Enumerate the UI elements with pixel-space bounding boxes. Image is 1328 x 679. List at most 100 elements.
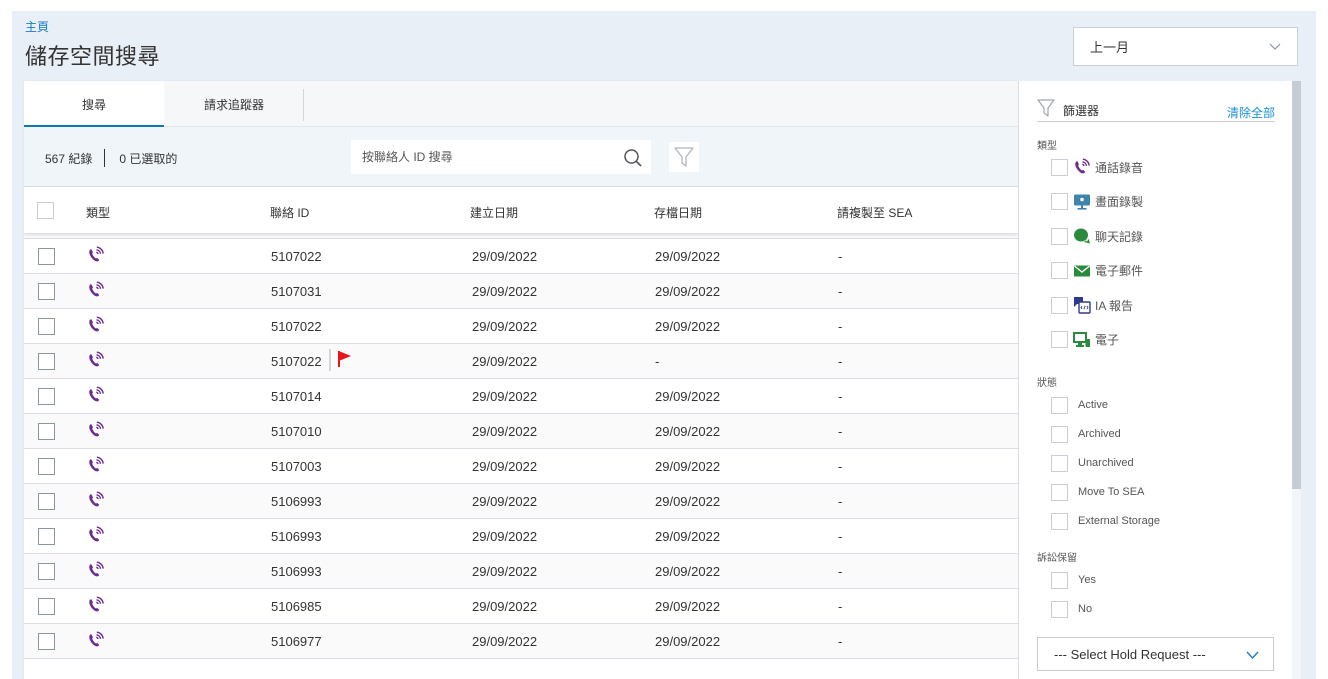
voice-recording-icon <box>87 631 105 649</box>
period-select[interactable]: 上一月 <box>1073 27 1298 66</box>
copy-to-sea: - <box>838 424 843 439</box>
contact-id[interactable]: 5107003 <box>271 459 322 474</box>
select-all-checkbox[interactable] <box>37 202 54 219</box>
tab-request-tracker[interactable]: 請求追蹤器 <box>164 81 304 127</box>
created-date: 29/09/2022 <box>472 634 538 649</box>
contact-id[interactable]: 5107022 <box>271 319 322 334</box>
filter-legal-hold-checkbox[interactable] <box>1051 571 1068 589</box>
filter-status-option[interactable]: Unarchived <box>1051 454 1134 472</box>
filter-type-label: IA 報告 <box>1095 298 1134 313</box>
filter-status-option[interactable]: Move To SEA <box>1051 483 1144 501</box>
contact-search-input[interactable] <box>362 150 612 164</box>
filter-status-option[interactable]: External Storage <box>1051 512 1160 530</box>
column-header-copy-to-sea[interactable]: 請複製至 SEA <box>837 204 912 221</box>
filter-status-checkbox[interactable] <box>1051 454 1068 472</box>
copy-to-sea: - <box>838 564 843 579</box>
search-icon[interactable] <box>623 148 643 168</box>
clear-all-link[interactable]: 清除全部 <box>1227 104 1275 121</box>
filter-toggle-button[interactable] <box>669 142 699 172</box>
contact-id[interactable]: 5106985 <box>271 599 322 614</box>
table-row[interactable]: 5107022 29/09/2022 - - <box>24 344 1018 379</box>
filter-legal-hold-checkbox[interactable] <box>1051 600 1068 618</box>
chevron-down-icon <box>1269 43 1281 50</box>
contact-id[interactable]: 5107022 <box>271 249 322 264</box>
row-checkbox[interactable] <box>38 318 55 335</box>
column-header-archived-date[interactable]: 存檔日期 <box>654 204 702 221</box>
legal-hold-section-label: 訴訟保留 <box>1037 553 1077 564</box>
row-checkbox[interactable] <box>38 598 55 615</box>
column-header-contact-id[interactable]: 聯絡 ID <box>270 204 309 221</box>
table-row[interactable]: 5106993 29/09/2022 29/09/2022 - <box>24 484 1018 519</box>
filter-type-option[interactable]: 聊天記錄 <box>1051 227 1143 245</box>
row-checkbox[interactable] <box>38 633 55 650</box>
filter-type-option[interactable]: 通話錄音 <box>1051 158 1143 176</box>
table-row[interactable]: 5107014 29/09/2022 29/09/2022 - <box>24 379 1018 414</box>
table-row[interactable]: 5106977 29/09/2022 29/09/2022 - <box>24 624 1018 659</box>
contact-id[interactable]: 5106977 <box>271 634 322 649</box>
contact-id[interactable]: 5106993 <box>271 529 322 544</box>
results-toolbar: 567 紀錄 0 已選取的 <box>24 127 1018 187</box>
contact-id[interactable]: 5107010 <box>271 424 322 439</box>
column-header-created-date[interactable]: 建立日期 <box>470 204 518 221</box>
filter-type-label: 畫面錄製 <box>1095 195 1144 209</box>
filter-legal-hold-option[interactable]: Yes <box>1051 571 1096 589</box>
row-checkbox[interactable] <box>38 458 55 475</box>
filter-legal-hold-label: No <box>1078 603 1093 615</box>
tab-bar: 搜尋 請求追蹤器 <box>24 81 1018 128</box>
table-row[interactable]: 5107031 29/09/2022 29/09/2022 - <box>24 274 1018 309</box>
voice-recording-icon <box>87 491 105 509</box>
filter-type-checkbox[interactable] <box>1051 227 1068 245</box>
column-header-type[interactable]: 類型 <box>86 204 110 221</box>
table-row[interactable]: 5106985 29/09/2022 29/09/2022 - <box>24 589 1018 624</box>
row-checkbox[interactable] <box>38 248 55 265</box>
contact-id[interactable]: 5107031 <box>271 284 322 299</box>
filter-type-option[interactable]: 畫面錄製 <box>1051 193 1143 211</box>
sidebar-scrollbar-thumb[interactable] <box>1292 81 1301 489</box>
table-row[interactable]: 5107022 29/09/2022 29/09/2022 - <box>24 309 1018 344</box>
filter-status-option[interactable]: Active <box>1051 396 1108 414</box>
copy-to-sea: - <box>838 284 843 299</box>
tab-divider <box>303 89 304 121</box>
archived-date: 29/09/2022 <box>655 249 721 264</box>
row-checkbox[interactable] <box>38 283 55 300</box>
filter-type-option[interactable]: 電子郵件 <box>1051 262 1143 280</box>
filter-type-option[interactable]: 電子 <box>1051 331 1119 349</box>
row-checkbox[interactable] <box>38 353 55 370</box>
archived-date: 29/09/2022 <box>655 389 721 404</box>
filter-type-checkbox[interactable] <box>1051 331 1068 348</box>
row-checkbox[interactable] <box>38 563 55 580</box>
filter-status-checkbox[interactable] <box>1051 396 1068 414</box>
table-row[interactable]: 5107003 29/09/2022 29/09/2022 - <box>24 449 1018 484</box>
filter-status-checkbox[interactable] <box>1051 512 1068 530</box>
row-checkbox[interactable] <box>38 423 55 440</box>
filter-type-checkbox[interactable] <box>1051 262 1068 279</box>
filter-status-checkbox[interactable] <box>1051 425 1068 443</box>
created-date: 29/09/2022 <box>472 389 538 404</box>
table-row[interactable]: 5107010 29/09/2022 29/09/2022 - <box>24 414 1018 449</box>
row-checkbox[interactable] <box>38 388 55 405</box>
table-row[interactable]: 5106993 29/09/2022 29/09/2022 - <box>24 519 1018 554</box>
sidebar-scrollbar[interactable] <box>1292 81 1301 679</box>
voice-recording-icon <box>87 316 105 334</box>
filter-legal-hold-option[interactable]: No <box>1051 600 1092 618</box>
filter-status-checkbox[interactable] <box>1051 483 1068 501</box>
tab-search[interactable]: 搜尋 <box>24 81 164 128</box>
table-row[interactable]: 5107022 29/09/2022 29/09/2022 - <box>24 239 1018 274</box>
filter-type-label: 電子郵件 <box>1095 264 1144 278</box>
filter-type-checkbox[interactable] <box>1051 296 1068 314</box>
filter-status-option[interactable]: Archived <box>1051 425 1121 443</box>
row-checkbox[interactable] <box>38 493 55 510</box>
row-checkbox[interactable] <box>38 528 55 545</box>
contact-id[interactable]: 5107014 <box>271 389 322 404</box>
hold-request-select-value: --- Select Hold Request --- <box>1054 646 1206 662</box>
contact-id[interactable]: 5106993 <box>271 564 322 579</box>
table-row[interactable]: 5106993 29/09/2022 29/09/2022 - <box>24 554 1018 589</box>
hold-request-select[interactable]: --- Select Hold Request --- <box>1037 637 1274 671</box>
contact-id[interactable]: 5107022 <box>271 354 322 369</box>
filter-type-checkbox[interactable] <box>1051 193 1068 210</box>
breadcrumb-home[interactable]: 主頁 <box>25 18 49 35</box>
contact-id[interactable]: 5106993 <box>271 494 322 509</box>
filter-type-checkbox[interactable] <box>1051 158 1068 176</box>
created-date: 29/09/2022 <box>472 564 538 579</box>
filter-type-option[interactable]: IA 報告 <box>1051 296 1133 314</box>
